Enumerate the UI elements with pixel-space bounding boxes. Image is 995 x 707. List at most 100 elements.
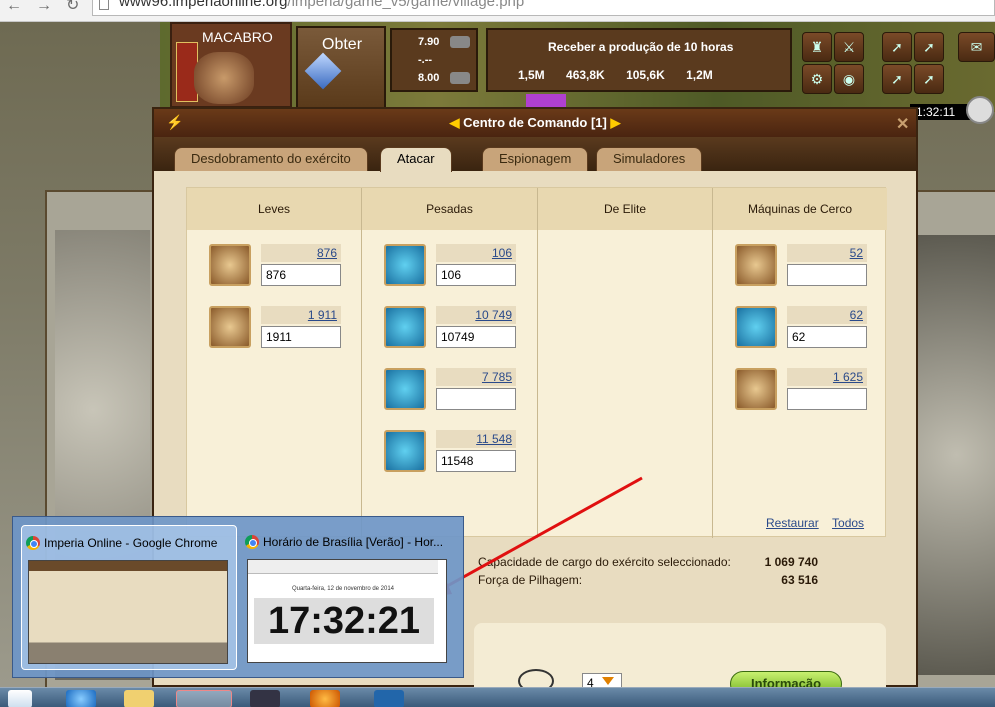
gold-value: 1,2M: [686, 68, 713, 82]
siege-icon[interactable]: ⚙: [802, 64, 832, 94]
back-icon[interactable]: ←: [6, 0, 22, 14]
unit-quantity-input[interactable]: 62: [787, 326, 867, 348]
dialog-title-text: Centro de Comando [1]: [463, 115, 607, 130]
thumb-screen: Quarta-feira, 12 de novembro de 2014 17:…: [247, 559, 447, 663]
column-header-siege: Máquinas de Cerco: [713, 188, 887, 230]
archer-unit-icon[interactable]: [384, 306, 426, 348]
ballista-unit-icon[interactable]: [735, 306, 777, 348]
app-icon[interactable]: [250, 690, 280, 707]
panel-links: Restaurar Todos: [756, 516, 864, 530]
unit-quantity-input[interactable]: 11548: [436, 450, 516, 472]
stone-value: 105,6K: [626, 68, 665, 82]
unit-quantity-input[interactable]: 106: [436, 264, 516, 286]
unit-quantity-input[interactable]: [787, 264, 867, 286]
app-icon[interactable]: [374, 690, 404, 707]
tab-deployment[interactable]: Desdobramento do exército: [174, 147, 368, 171]
send-army-icon[interactable]: ➚: [914, 32, 944, 62]
unit-quantity-input[interactable]: 10749: [436, 326, 516, 348]
tab-simulators[interactable]: Simuladores: [596, 147, 703, 171]
horse-archer-unit-icon[interactable]: [209, 306, 251, 348]
cannon-icon[interactable]: ➚: [914, 64, 944, 94]
unit-quantity-input[interactable]: [436, 388, 516, 410]
address-bar[interactable]: www96.imperiaonline.org/imperia/game_v5/…: [92, 0, 995, 16]
thumb-date: Quarta-feira, 12 de novembro de 2014: [291, 586, 395, 592]
reload-icon[interactable]: ↻: [66, 0, 79, 14]
cavalry-unit-icon[interactable]: [209, 244, 251, 286]
unit-row: 106 106: [362, 238, 522, 288]
dialog-title: ◀ Centro de Comando [1] ▶: [154, 115, 916, 131]
unit-quantity-input[interactable]: 876: [261, 264, 341, 286]
catapult-unit-icon[interactable]: [735, 244, 777, 286]
production-title: Receber a produção de 10 horas: [548, 40, 734, 54]
browser-toolbar: ← → ↻ www96.imperiaonline.org/imperia/ga…: [0, 0, 995, 22]
all-link[interactable]: Todos: [832, 516, 864, 530]
eye-icon[interactable]: ◉: [834, 64, 864, 94]
unit-available-link[interactable]: 876: [261, 244, 341, 262]
unit-available-link[interactable]: 10 749: [436, 306, 516, 324]
unit-quantity-input[interactable]: [787, 388, 867, 410]
column-header-heavy: Pesadas: [362, 188, 537, 230]
right-map[interactable]: [918, 235, 995, 675]
send-resources-icon[interactable]: ➚: [882, 32, 912, 62]
ram-unit-icon[interactable]: [735, 368, 777, 410]
chrome-icon: [26, 536, 40, 550]
chevron-down-icon[interactable]: [602, 677, 614, 685]
unit-quantity-input[interactable]: 1911: [261, 326, 341, 348]
mail-icon[interactable]: ✉: [958, 32, 995, 62]
thumb-browser-bar: [248, 560, 438, 574]
unit-available-link[interactable]: 52: [787, 244, 867, 262]
capacity-box: Capacidade de cargo do exército seleccio…: [464, 547, 834, 599]
rate-3: 8.00: [418, 72, 440, 84]
taskbar-preview: Imperia Online - Google Chrome Horário d…: [12, 516, 464, 678]
castle-icon[interactable]: ♜: [802, 32, 832, 62]
rates-panel: 7.90 -.-- 8.00: [390, 28, 478, 92]
obter-diamonds-button[interactable]: Obter: [296, 26, 386, 110]
pillage-value: 63 516: [781, 573, 818, 587]
player-panel[interactable]: MACABRO: [170, 22, 292, 108]
trade-icon[interactable]: ➚: [882, 64, 912, 94]
tab-attack[interactable]: Atacar: [380, 147, 452, 172]
chrome-icon: [245, 535, 259, 549]
avatar[interactable]: [194, 52, 254, 104]
unit-available-link[interactable]: 1 625: [787, 368, 867, 386]
folder-icon[interactable]: [124, 690, 154, 707]
rate-1: 7.90: [418, 36, 440, 48]
preview-thumb-clock[interactable]: Horário de Brasília [Verão] - Hor... Qua…: [241, 525, 457, 670]
thumb-screen: [28, 560, 228, 664]
tab-espionage[interactable]: Espionagem: [482, 147, 589, 171]
iron-value: 463,8K: [566, 68, 605, 82]
chrome-taskbar-button[interactable]: [176, 690, 232, 707]
url-path: /imperia/game_v5/game/village.php: [287, 0, 525, 10]
unit-available-link[interactable]: 7 785: [436, 368, 516, 386]
production-button[interactable]: Receber a produção de 10 horas 1,5M 463,…: [486, 28, 792, 92]
start-button[interactable]: [8, 690, 32, 707]
preview-thumb-imperia[interactable]: Imperia Online - Google Chrome: [21, 525, 237, 670]
attack-options-panel: 4 Informação: [474, 623, 886, 697]
unit-available-link[interactable]: 11 548: [436, 430, 516, 448]
unit-row: 1 911 1911: [187, 300, 347, 350]
iron-icon: [450, 72, 470, 84]
resource-values: 1,5M 463,8K 105,6K 1,2M: [518, 68, 731, 82]
reset-link[interactable]: Restaurar: [766, 516, 819, 530]
unit-available-link[interactable]: 106: [436, 244, 516, 262]
column-siege: Máquinas de Cerco 52 62 62 1 625: [713, 188, 887, 538]
swordsman-unit-icon[interactable]: [384, 368, 426, 410]
tabs-bar: Desdobramento do exército Atacar Espiona…: [154, 137, 916, 172]
forward-icon[interactable]: →: [36, 0, 52, 14]
unit-available-link[interactable]: 62: [787, 306, 867, 324]
ie-icon[interactable]: [66, 690, 96, 707]
army-icon[interactable]: ⚔: [834, 32, 864, 62]
firefox-icon[interactable]: [310, 690, 340, 707]
pillage-label: Força de Pilhagem:: [478, 573, 583, 587]
heavy-cavalry-unit-icon[interactable]: [384, 430, 426, 472]
close-icon[interactable]: ✕: [896, 114, 909, 134]
url-text: www96.imperiaonline.org/imperia/game_v5/…: [119, 0, 524, 10]
unit-row: 52: [713, 238, 873, 288]
column-header-light: Leves: [187, 188, 361, 230]
unit-row: 11 548 11548: [362, 424, 522, 474]
spearman-unit-icon[interactable]: [384, 244, 426, 286]
units-panel: Leves 876 876 1 911 1911 Pesadas 106 106…: [186, 187, 887, 538]
windows-taskbar: [0, 687, 995, 707]
unit-available-link[interactable]: 1 911: [261, 306, 341, 324]
arrow-right-icon: ▶: [606, 115, 621, 130]
